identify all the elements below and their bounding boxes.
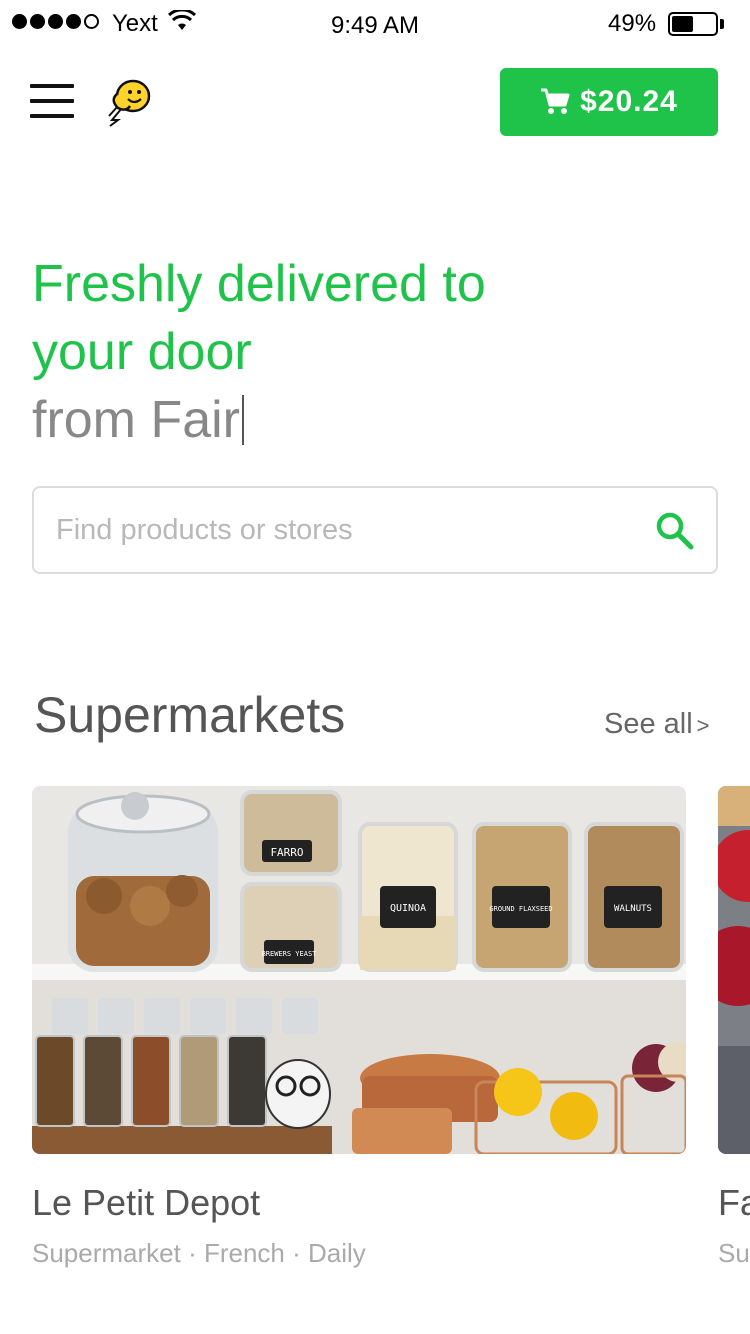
jar-label-ground-flaxseed: GROUND FLAXSEED <box>489 905 552 913</box>
bee-logo-icon[interactable] <box>100 76 154 128</box>
typing-caret <box>242 395 244 445</box>
chevron-right-icon: > <box>696 713 710 738</box>
see-all-label: See all <box>604 708 693 740</box>
battery-percent: 49% <box>608 10 657 37</box>
store-card[interactable]: FARRO BREWERS YEAST QUINOA GROUND FLAXSE… <box>32 786 686 1274</box>
store-card-next[interactable]: Fa Su <box>718 786 750 1274</box>
store-name: Fa <box>718 1182 750 1223</box>
hero-line-2: your door <box>32 323 252 381</box>
hero-line-3: from Fair <box>32 386 722 454</box>
store-meta: Supermarket · French · Daily <box>32 1238 366 1268</box>
hero-rotating-text: from Fair <box>32 391 240 449</box>
see-all-link[interactable]: See all > <box>604 708 710 741</box>
cart-total: $20.24 <box>580 85 678 118</box>
jar-label-quinoa: QUINOA <box>390 903 426 914</box>
jar-label-brewers-yeast: BREWERS YEAST <box>262 950 318 958</box>
battery-fill <box>672 16 693 32</box>
store-image-next <box>718 786 750 1154</box>
section-title: Supermarkets <box>34 687 346 743</box>
search-box[interactable] <box>32 486 718 574</box>
status-bar: Yext 9:49 AM 49% <box>0 0 750 48</box>
hamburger-menu-icon <box>30 84 74 88</box>
jar-label-farro: FARRO <box>270 846 303 859</box>
menu-button[interactable] <box>30 84 74 120</box>
shopping-cart-icon <box>541 88 570 114</box>
battery-tip <box>720 19 724 29</box>
pantry-shelf-image: FARRO BREWERS YEAST QUINOA GROUND FLAXSE… <box>32 786 686 1154</box>
hamburger-menu-icon-line <box>30 99 74 103</box>
jar-label-walnuts: WALNUTS <box>614 904 652 914</box>
store-image: FARRO BREWERS YEAST QUINOA GROUND FLAXSE… <box>32 786 686 1154</box>
search-input[interactable] <box>56 508 636 552</box>
produce-image <box>718 786 750 1154</box>
cart-button[interactable]: $20.24 <box>500 68 718 136</box>
store-name: Le Petit Depot <box>32 1182 261 1223</box>
search-icon[interactable] <box>654 510 696 552</box>
hamburger-menu-icon-line <box>30 114 74 118</box>
battery-icon <box>668 12 718 36</box>
hero-line-1: Freshly delivered to <box>32 255 486 313</box>
store-meta: Su <box>718 1238 750 1268</box>
hero-heading: Freshly delivered to your door from Fair <box>32 250 722 454</box>
